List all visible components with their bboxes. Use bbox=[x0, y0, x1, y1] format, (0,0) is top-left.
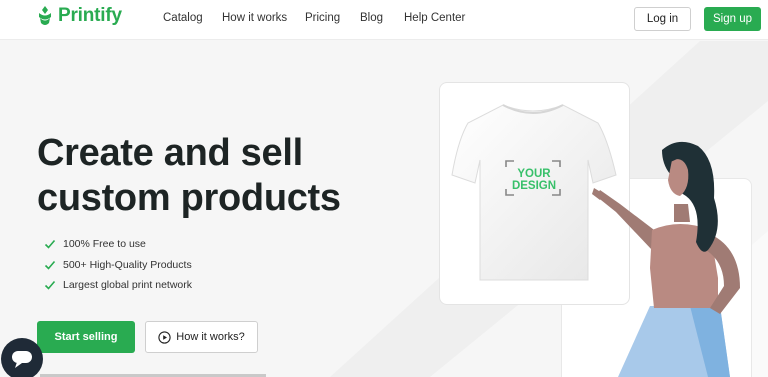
start-selling-button[interactable]: Start selling bbox=[37, 321, 135, 353]
woman-illustration bbox=[592, 141, 740, 377]
feature-list: 100% Free to use 500+ High-Quality Produ… bbox=[44, 234, 192, 296]
feature-item: Largest global print network bbox=[44, 275, 192, 296]
feature-item: 100% Free to use bbox=[44, 234, 192, 255]
chat-icon bbox=[12, 351, 32, 368]
nav-pricing[interactable]: Pricing bbox=[305, 12, 340, 24]
nav-blog[interactable]: Blog bbox=[360, 12, 383, 24]
how-it-works-button[interactable]: How it works? bbox=[145, 321, 258, 353]
nav-how-it-works[interactable]: How it works bbox=[222, 12, 287, 24]
design-placeholder-text: YOUR DESIGN bbox=[508, 168, 560, 192]
hero-title-line-2: custom products bbox=[37, 177, 341, 219]
design-line-2: DESIGN bbox=[511, 180, 557, 192]
check-icon bbox=[44, 281, 56, 290]
feature-text: 500+ High-Quality Products bbox=[63, 258, 192, 271]
logo-icon bbox=[39, 6, 51, 25]
design-line-1: YOUR bbox=[517, 168, 551, 180]
nav-help-center[interactable]: Help Center bbox=[404, 12, 465, 24]
play-icon bbox=[158, 330, 171, 344]
check-icon bbox=[44, 260, 56, 270]
feature-text: 100% Free to use bbox=[63, 238, 146, 251]
check-icon bbox=[44, 240, 56, 249]
logo[interactable]: Printify bbox=[36, 5, 122, 27]
chat-button[interactable] bbox=[1, 338, 43, 377]
how-it-works-label: How it works? bbox=[176, 331, 245, 343]
feature-text: Largest global print network bbox=[63, 279, 192, 292]
nav-catalog[interactable]: Catalog bbox=[163, 12, 203, 24]
login-button[interactable]: Log in bbox=[634, 7, 691, 31]
signup-button[interactable]: Sign up bbox=[704, 7, 761, 31]
logo-text: Printify bbox=[58, 5, 122, 26]
hero-title-line-1: Create and sell bbox=[37, 132, 303, 174]
hero-title: Create and sell custom products bbox=[37, 131, 367, 221]
feature-item: 500+ High-Quality Products bbox=[44, 255, 192, 276]
top-nav: Printify Catalog How it works Pricing Bl… bbox=[0, 0, 768, 40]
